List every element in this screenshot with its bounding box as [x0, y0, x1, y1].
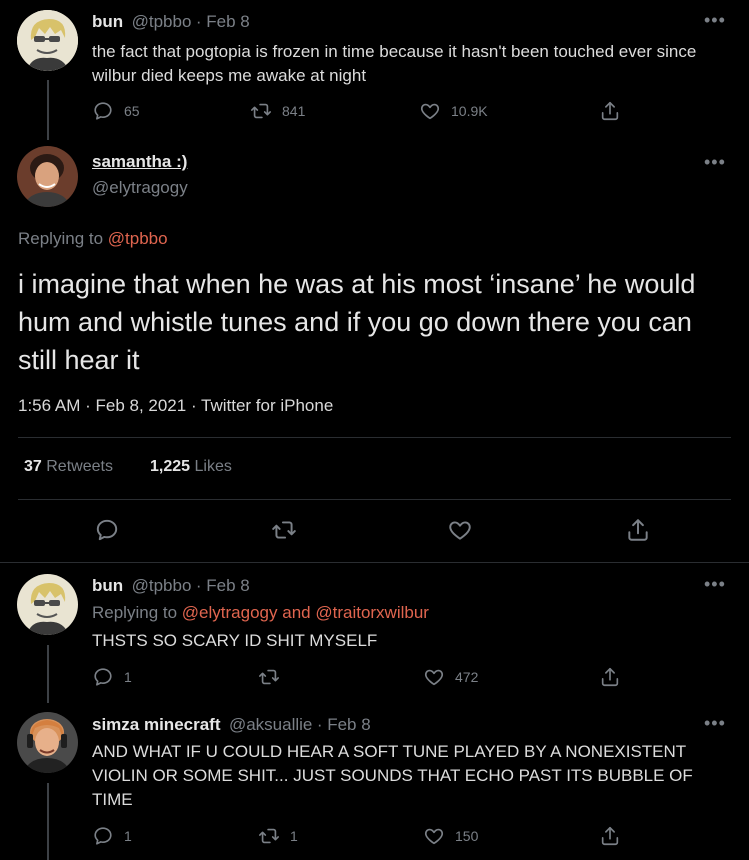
- replying-prefix: Replying to: [92, 603, 178, 622]
- more-icon[interactable]: •••: [704, 713, 726, 734]
- share-icon: [599, 825, 621, 847]
- replying-to-link[interactable]: @tpbbo: [108, 229, 168, 248]
- retweet-button[interactable]: 1: [258, 825, 298, 847]
- share-button[interactable]: [625, 517, 651, 543]
- like-icon: [447, 517, 473, 543]
- display-name[interactable]: bun: [92, 12, 123, 31]
- like-count: 472: [455, 669, 479, 685]
- avatar-image: [17, 712, 78, 773]
- retweets-count: 37: [24, 458, 42, 475]
- thread-line: [47, 645, 49, 703]
- reply-button[interactable]: 1: [92, 825, 132, 847]
- like-icon: [423, 666, 445, 688]
- avatar[interactable]: [17, 10, 78, 71]
- retweet-icon: [258, 666, 280, 688]
- tweet-header: simza minecraft @aksuallie · Feb 8: [92, 715, 371, 735]
- reply-button[interactable]: [94, 517, 120, 543]
- tweet-text: THSTS SO SCARY ID SHIT MYSELF: [92, 631, 378, 650]
- reply-icon: [92, 666, 114, 688]
- retweets-label: Retweets: [46, 458, 113, 475]
- reply-icon: [94, 517, 120, 543]
- replying-and: and: [282, 603, 311, 622]
- retweet-icon: [271, 517, 297, 543]
- reply-icon: [92, 825, 114, 847]
- divider: [18, 499, 731, 500]
- replying-to-link[interactable]: @elytragogy: [182, 603, 278, 622]
- reply-count: 1: [124, 828, 132, 844]
- retweet-button[interactable]: 841: [250, 100, 305, 122]
- share-button[interactable]: [599, 100, 621, 122]
- share-icon: [625, 517, 651, 543]
- user-handle[interactable]: @aksuallie: [229, 715, 312, 734]
- divider: [0, 562, 749, 563]
- display-name-main[interactable]: samantha :): [92, 152, 187, 172]
- tweet-date[interactable]: · Feb 8: [317, 715, 371, 734]
- likes-count: 1,225: [150, 458, 191, 475]
- retweets-stat[interactable]: 37 Retweets: [24, 458, 113, 476]
- retweet-button[interactable]: [258, 666, 280, 688]
- tweet-text: the fact that pogtopia is frozen in time…: [92, 42, 697, 85]
- display-name[interactable]: bun: [92, 576, 123, 595]
- reply-icon: [92, 100, 114, 122]
- avatar-image: [17, 10, 78, 71]
- retweet-count: 841: [282, 103, 306, 119]
- share-icon: [599, 666, 621, 688]
- tweet-header: bun @tpbbo · Feb 8: [92, 576, 250, 596]
- reply-button[interactable]: 1: [92, 666, 132, 688]
- user-handle[interactable]: @tpbbo: [132, 576, 192, 595]
- reply-count: 1: [124, 669, 132, 685]
- retweet-icon: [250, 100, 272, 122]
- likes-label: Likes: [194, 458, 232, 475]
- avatar[interactable]: [17, 712, 78, 773]
- likes-stat[interactable]: 1,225 Likes: [150, 458, 232, 476]
- tweet-header: bun @tpbbo · Feb 8: [92, 12, 250, 32]
- tweet-date[interactable]: · Feb 8: [196, 576, 250, 595]
- tweet-date[interactable]: · Feb 8: [196, 12, 250, 31]
- reply-button[interactable]: 65: [92, 100, 140, 122]
- user-handle[interactable]: @elytragogy: [92, 178, 188, 198]
- avatar-image: [17, 574, 78, 635]
- retweet-button[interactable]: [271, 517, 297, 543]
- retweet-icon: [258, 825, 280, 847]
- user-handle[interactable]: @tpbbo: [132, 12, 192, 31]
- display-name[interactable]: samantha :): [92, 152, 187, 171]
- replying-to: Replying to @tpbbo: [18, 229, 168, 249]
- divider: [18, 437, 731, 438]
- like-count: 10.9K: [451, 103, 488, 119]
- tweet-text: i imagine that when he was at his most ‘…: [18, 269, 696, 375]
- thread-line: [47, 783, 49, 860]
- replying-to-link[interactable]: @traitorxwilbur: [315, 603, 429, 622]
- replying-to: Replying to @elytragogy and @traitorxwil…: [92, 603, 429, 623]
- like-icon: [419, 100, 441, 122]
- retweet-count: 1: [290, 828, 298, 844]
- more-icon[interactable]: •••: [704, 152, 726, 173]
- share-icon: [599, 100, 621, 122]
- more-icon[interactable]: •••: [704, 10, 726, 31]
- like-button[interactable]: 10.9K: [419, 100, 488, 122]
- display-name[interactable]: simza minecraft: [92, 715, 221, 734]
- avatar[interactable]: [17, 146, 78, 207]
- tweet-meta: 1:56 AM · Feb 8, 2021 · Twitter for iPho…: [18, 396, 334, 415]
- thread-line: [47, 80, 49, 140]
- avatar-image: [17, 146, 78, 207]
- share-button[interactable]: [599, 825, 621, 847]
- replying-prefix: Replying to: [18, 229, 104, 248]
- share-button[interactable]: [599, 666, 621, 688]
- more-icon[interactable]: •••: [704, 574, 726, 595]
- like-button[interactable]: [447, 517, 473, 543]
- reply-count: 65: [124, 103, 140, 119]
- like-count: 150: [455, 828, 479, 844]
- tweet-text: AND WHAT IF U COULD HEAR A SOFT TUNE PLA…: [92, 742, 693, 809]
- like-button[interactable]: 150: [423, 825, 478, 847]
- like-icon: [423, 825, 445, 847]
- avatar[interactable]: [17, 574, 78, 635]
- like-button[interactable]: 472: [423, 666, 478, 688]
